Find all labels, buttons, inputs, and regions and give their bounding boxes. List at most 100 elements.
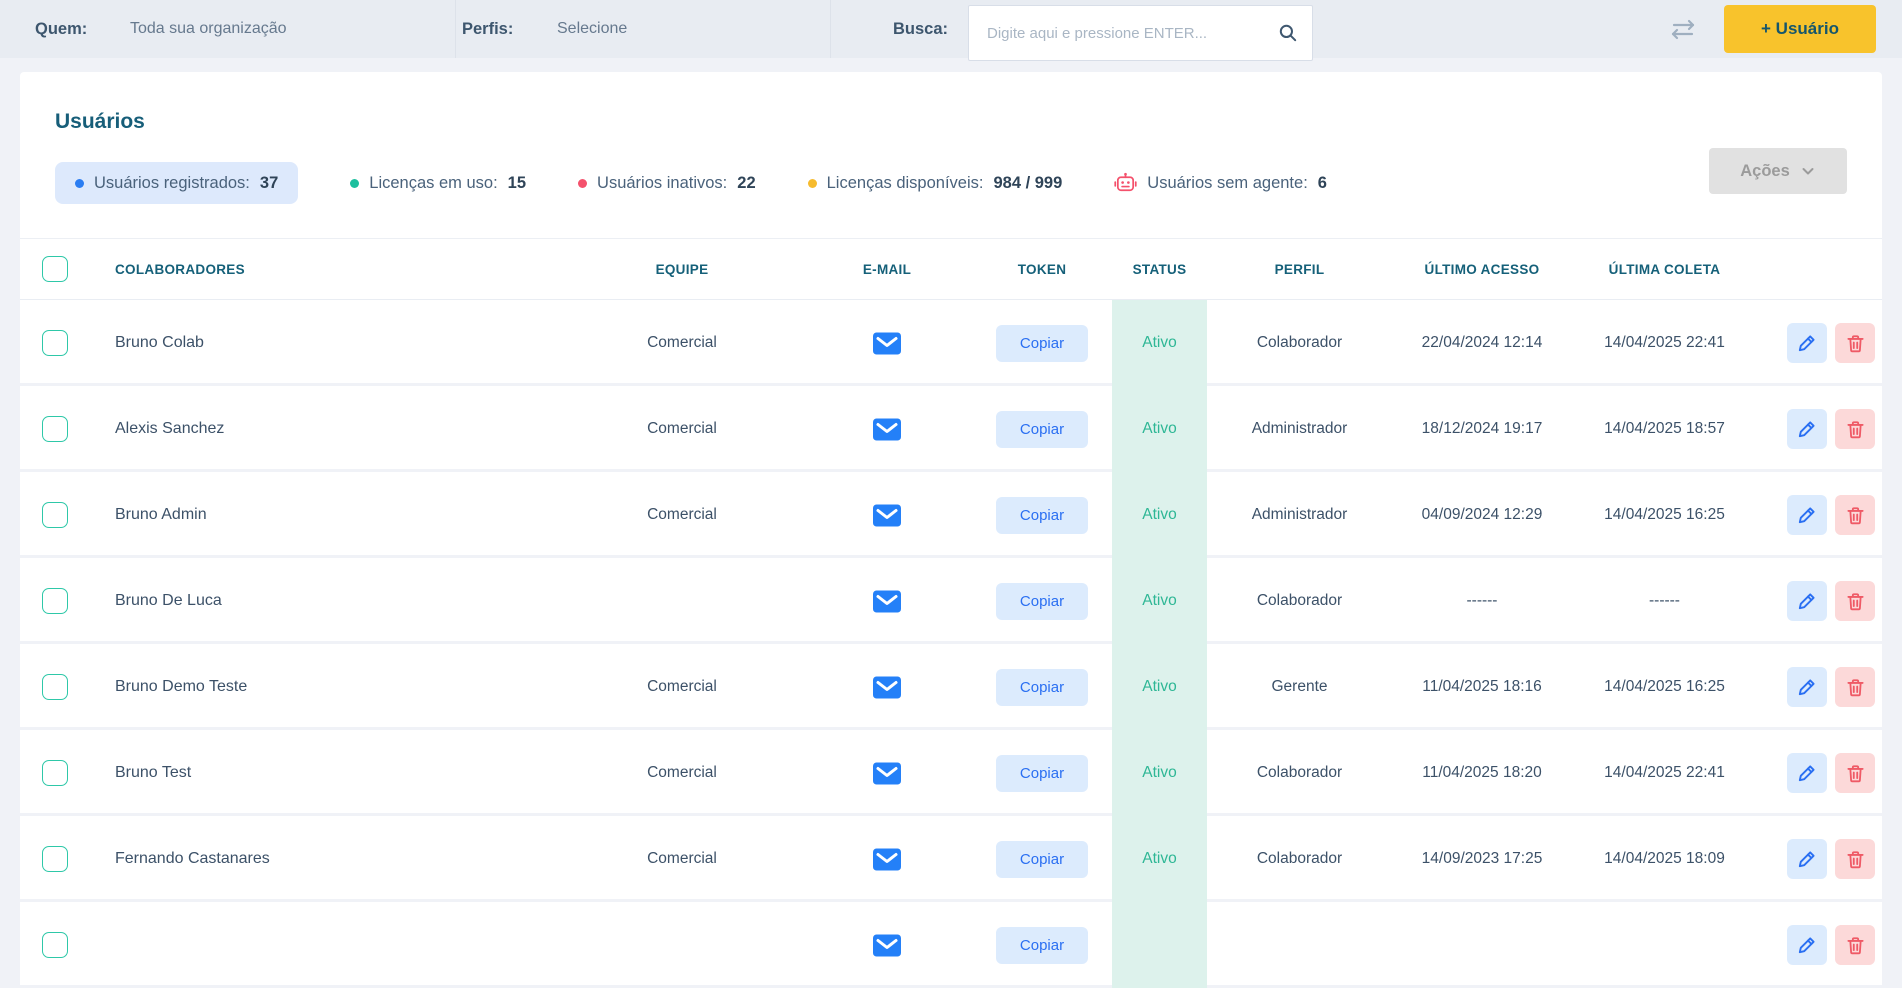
colaborador-name: Bruno Colab	[92, 334, 562, 352]
status-badge: Ativo	[1112, 816, 1207, 902]
table-header-row: COLABORADORES EQUIPE E-MAIL TOKEN STATUS…	[20, 238, 1882, 300]
trash-icon	[1845, 849, 1866, 870]
stat-registered-users: Usuários registrados: 37	[55, 162, 298, 204]
email-envelope-icon[interactable]	[802, 933, 972, 958]
edit-button[interactable]	[1787, 409, 1827, 449]
perfil-value: Gerente	[1207, 678, 1392, 696]
pencil-icon	[1796, 676, 1818, 698]
colaborador-name: Bruno Demo Teste	[92, 678, 562, 696]
actions-button-label: Ações	[1740, 162, 1790, 181]
delete-button[interactable]	[1835, 839, 1875, 879]
trash-icon	[1845, 935, 1866, 956]
trash-icon	[1845, 591, 1866, 612]
delete-button[interactable]	[1835, 323, 1875, 363]
row-checkbox[interactable]	[42, 674, 68, 700]
row-checkbox[interactable]	[42, 330, 68, 356]
trash-icon	[1845, 763, 1866, 784]
topbar: Quem: Toda sua organização Perfis: Selec…	[0, 0, 1902, 58]
copy-token-button[interactable]: Copiar	[996, 927, 1088, 964]
yellow-dot-icon	[808, 179, 817, 188]
colaborador-name: Bruno De Luca	[92, 592, 562, 610]
perfil-value: Colaborador	[1207, 850, 1392, 868]
status-badge: Ativo	[1112, 300, 1207, 386]
row-actions	[1757, 495, 1882, 535]
topbar-divider	[455, 0, 456, 58]
users-table: COLABORADORES EQUIPE E-MAIL TOKEN STATUS…	[20, 238, 1882, 988]
row-checkbox[interactable]	[42, 416, 68, 442]
edit-button[interactable]	[1787, 839, 1827, 879]
email-envelope-icon[interactable]	[802, 847, 972, 872]
edit-button[interactable]	[1787, 323, 1827, 363]
search-icon[interactable]	[1278, 23, 1312, 43]
stat-inactive-users: Usuários inativos: 22	[578, 174, 756, 193]
row-checkbox[interactable]	[42, 502, 68, 528]
edit-button[interactable]	[1787, 753, 1827, 793]
email-envelope-icon[interactable]	[802, 675, 972, 700]
edit-button[interactable]	[1787, 495, 1827, 535]
email-envelope-icon[interactable]	[802, 417, 972, 442]
copy-token-button[interactable]: Copiar	[996, 583, 1088, 620]
equipe-value: Comercial	[562, 764, 802, 782]
row-checkbox[interactable]	[42, 846, 68, 872]
row-checkbox[interactable]	[42, 760, 68, 786]
copy-token-button[interactable]: Copiar	[996, 325, 1088, 362]
delete-button[interactable]	[1835, 581, 1875, 621]
ultimo-acesso-value: 11/04/2025 18:16	[1392, 678, 1572, 696]
email-envelope-icon[interactable]	[802, 503, 972, 528]
email-envelope-icon[interactable]	[802, 589, 972, 614]
profiles-filter-label: Perfis:	[462, 20, 513, 39]
edit-button[interactable]	[1787, 581, 1827, 621]
search-input[interactable]	[969, 25, 1278, 42]
profiles-filter-select[interactable]: Selecione	[557, 20, 627, 38]
edit-button[interactable]	[1787, 925, 1827, 965]
ultimo-acesso-value: ------	[1392, 592, 1572, 610]
stat-value: 22	[737, 174, 755, 193]
email-envelope-icon[interactable]	[802, 331, 972, 356]
row-actions	[1757, 753, 1882, 793]
ultima-coleta-value: 14/04/2025 18:57	[1572, 420, 1757, 438]
email-envelope-icon[interactable]	[802, 761, 972, 786]
equipe-value: Comercial	[562, 678, 802, 696]
who-filter-select[interactable]: Toda sua organização	[130, 20, 287, 38]
delete-button[interactable]	[1835, 667, 1875, 707]
copy-token-button[interactable]: Copiar	[996, 411, 1088, 448]
row-checkbox[interactable]	[42, 932, 68, 958]
add-user-button[interactable]: + Usuário	[1724, 5, 1876, 53]
stat-users-without-agent: Usuários sem agente: 6	[1114, 172, 1327, 195]
edit-button[interactable]	[1787, 667, 1827, 707]
stat-value: 37	[260, 174, 278, 193]
who-filter-label: Quem:	[35, 20, 87, 39]
swap-arrows-icon[interactable]	[1668, 0, 1698, 58]
select-all-checkbox[interactable]	[42, 256, 68, 282]
perfil-value: Colaborador	[1207, 764, 1392, 782]
copy-token-button[interactable]: Copiar	[996, 497, 1088, 534]
pencil-icon	[1796, 848, 1818, 870]
copy-token-button[interactable]: Copiar	[996, 755, 1088, 792]
delete-button[interactable]	[1835, 925, 1875, 965]
delete-button[interactable]	[1835, 753, 1875, 793]
copy-token-button[interactable]: Copiar	[996, 841, 1088, 878]
delete-button[interactable]	[1835, 495, 1875, 535]
table-row: Copiar	[20, 902, 1882, 988]
row-checkbox[interactable]	[42, 588, 68, 614]
equipe-value: Comercial	[562, 850, 802, 868]
perfil-value: Administrador	[1207, 420, 1392, 438]
ultima-coleta-value: ------	[1572, 592, 1757, 610]
perfil-value: Colaborador	[1207, 334, 1392, 352]
table-row: Bruno Admin Comercial Copiar Ativo Admin…	[20, 472, 1882, 558]
pencil-icon	[1796, 418, 1818, 440]
colaborador-name: Bruno Admin	[92, 506, 562, 524]
row-actions	[1757, 925, 1882, 965]
column-header-colaboradores: COLABORADORES	[92, 262, 562, 277]
row-actions	[1757, 667, 1882, 707]
search-label: Busca:	[893, 20, 948, 39]
ultimo-acesso-value: 11/04/2025 18:20	[1392, 764, 1572, 782]
table-row: Alexis Sanchez Comercial Copiar Ativo Ad…	[20, 386, 1882, 472]
equipe-value: Comercial	[562, 334, 802, 352]
table-row: Bruno Test Comercial Copiar Ativo Colabo…	[20, 730, 1882, 816]
copy-token-button[interactable]: Copiar	[996, 669, 1088, 706]
actions-button[interactable]: Ações	[1709, 148, 1847, 194]
delete-button[interactable]	[1835, 409, 1875, 449]
status-badge: Ativo	[1112, 472, 1207, 558]
stat-value: 984 / 999	[993, 174, 1062, 193]
